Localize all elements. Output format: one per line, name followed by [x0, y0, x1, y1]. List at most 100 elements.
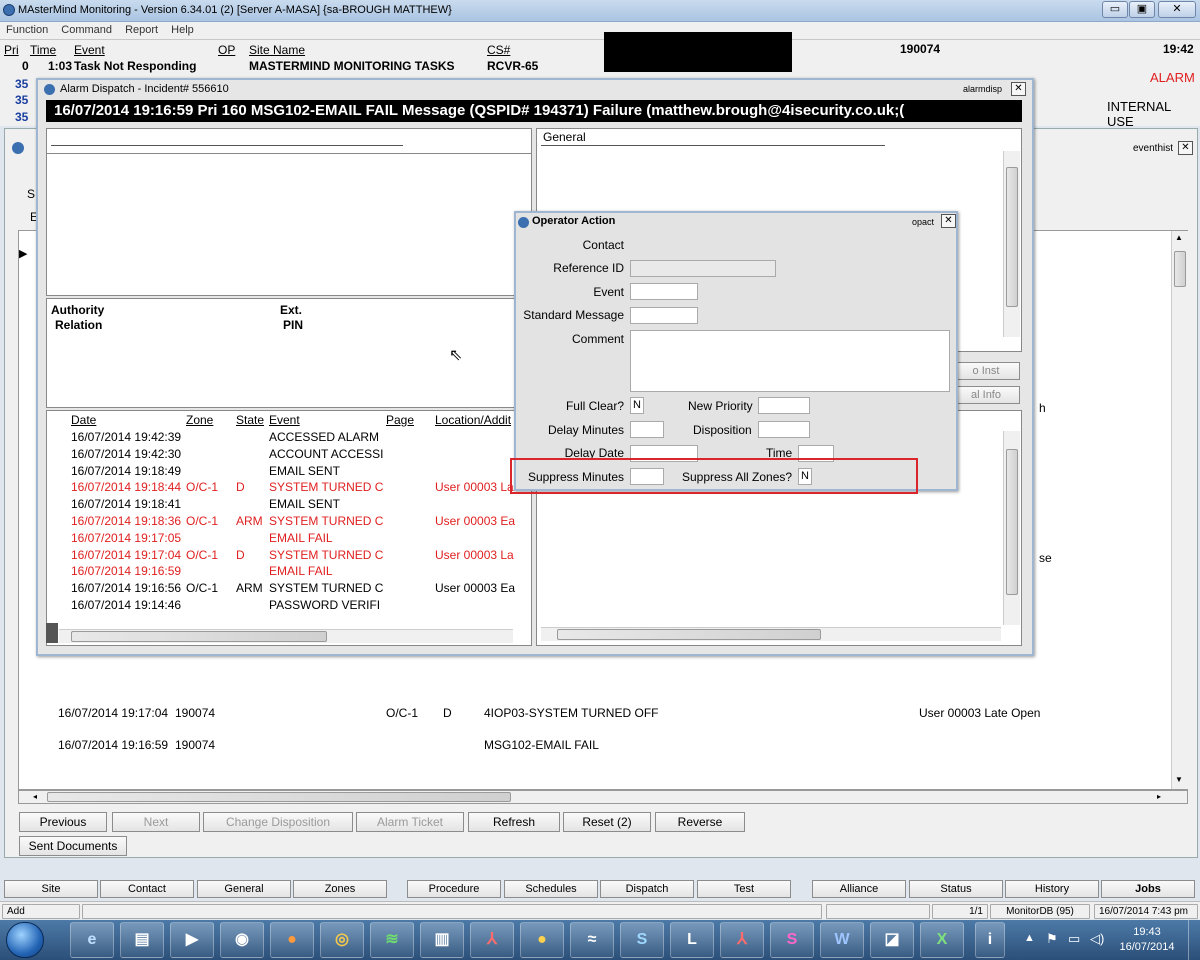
help-tray-icon[interactable]: i	[975, 922, 1005, 958]
scroll-up-icon[interactable]: ▲	[1175, 233, 1183, 242]
tab-jobs[interactable]: Jobs	[1101, 880, 1195, 898]
menu-report[interactable]: Report	[125, 24, 158, 36]
acrobat-icon[interactable]: ⅄	[720, 922, 764, 958]
th-page[interactable]: Page	[386, 412, 414, 429]
tab-procedure[interactable]: Procedure	[407, 880, 501, 898]
media-player-icon[interactable]: ▶	[170, 922, 214, 958]
alarm-ticket-button[interactable]: Alarm Ticket	[356, 812, 464, 832]
tab-test[interactable]: Test	[697, 880, 791, 898]
menu-command[interactable]: Command	[61, 24, 112, 36]
to-inst-button[interactable]: o Inst	[952, 362, 1020, 380]
detail-vscroll-thumb[interactable]	[1006, 449, 1018, 595]
general-vscroll-thumb[interactable]	[1006, 167, 1018, 307]
tab-site[interactable]: Site	[4, 880, 98, 898]
history-vscroll[interactable]: ▲ ▼	[1171, 231, 1188, 789]
dispatch-table-row[interactable]: 16/07/2014 19:14:46 PASSWORD VERIFI	[47, 597, 517, 614]
th-state[interactable]: State	[236, 412, 264, 429]
network-icon[interactable]: ▭	[1068, 931, 1080, 947]
th-event[interactable]: Event	[269, 412, 300, 429]
firefox-icon[interactable]: ●	[270, 922, 314, 958]
taskbar-time[interactable]: 19:43	[1122, 926, 1172, 938]
skype-icon[interactable]: S	[620, 922, 664, 958]
notes-icon[interactable]: ◪	[870, 922, 914, 958]
start-button-icon[interactable]	[6, 922, 44, 958]
dispatch-table-row[interactable]: 16/07/2014 19:16:59 EMAIL FAIL	[47, 563, 517, 580]
col-cs[interactable]: CS#	[487, 43, 510, 57]
tray-arrow-icon[interactable]: ▲	[1024, 932, 1035, 944]
general-vscroll[interactable]	[1003, 151, 1020, 337]
col-site-name[interactable]: Site Name	[249, 43, 305, 57]
tab-dispatch[interactable]: Dispatch	[600, 880, 694, 898]
tab-general[interactable]: General	[197, 880, 291, 898]
full-clear-field[interactable]: N	[630, 397, 644, 414]
dispatch-hscroll[interactable]	[59, 629, 513, 643]
chrome-icon[interactable]: ◎	[320, 922, 364, 958]
s-app-icon[interactable]: S	[770, 922, 814, 958]
explorer-icon[interactable]: ▤	[120, 922, 164, 958]
dispatch-close-button[interactable]: ✕	[1011, 82, 1026, 96]
ie-icon[interactable]: e	[70, 922, 114, 958]
event-field[interactable]	[630, 283, 698, 300]
wifi-icon[interactable]: ≈	[570, 922, 614, 958]
dispatch-table-row[interactable]: 16/07/2014 19:42:39 ACCESSED ALARM	[47, 429, 517, 446]
tab-alliance[interactable]: Alliance	[812, 880, 906, 898]
history-hscroll[interactable]: ◂ ▸	[18, 790, 1188, 804]
tab-status[interactable]: Status	[909, 880, 1003, 898]
next-button[interactable]: Next	[112, 812, 200, 832]
reverse-button[interactable]: Reverse	[655, 812, 745, 832]
dispatch-table-row[interactable]: 16/07/2014 19:18:36 O/C-1 ARM SYSTEM TURNED…	[47, 513, 517, 530]
sent-documents-button[interactable]: Sent Documents	[19, 836, 127, 856]
tab-schedules[interactable]: Schedules	[504, 880, 598, 898]
dispatch-notes-pane[interactable]	[46, 128, 532, 296]
dispatch-table-row[interactable]: 16/07/2014 19:18:44 O/C-1 D SYSTEM TURNED C…	[47, 479, 517, 496]
maximize-button[interactable]: ▣	[1129, 1, 1155, 18]
dispatch-table-row[interactable]: 16/07/2014 19:17:05 EMAIL FAIL	[47, 530, 517, 547]
change-disposition-button[interactable]: Change Disposition	[203, 812, 353, 832]
menu-help[interactable]: Help	[171, 24, 194, 36]
hp-icon[interactable]: ◉	[220, 922, 264, 958]
dispatch-table-row[interactable]: 16/07/2014 19:18:41 EMAIL SENT	[47, 496, 517, 513]
tab-contact[interactable]: Contact	[100, 880, 194, 898]
close-window-button[interactable]: ✕	[1158, 1, 1196, 18]
detail-hscroll[interactable]	[541, 627, 1001, 641]
detail-vscroll[interactable]	[1003, 431, 1020, 625]
taskbar-date[interactable]: 16/07/2014	[1112, 941, 1182, 953]
detail-hscroll-thumb[interactable]	[557, 629, 821, 640]
authority-pane[interactable]: Authority Relation Ext. PIN ⇖	[46, 298, 532, 408]
tab-zones[interactable]: Zones	[293, 880, 387, 898]
reference-id-field[interactable]	[630, 260, 776, 277]
dispatch-hscroll-thumb[interactable]	[71, 631, 327, 642]
app-window-icon[interactable]: ▥	[420, 922, 464, 958]
chat-icon[interactable]: ●	[520, 922, 564, 958]
menu-function[interactable]: Function	[6, 24, 48, 36]
delay-minutes-field[interactable]	[630, 421, 664, 438]
comment-field[interactable]	[630, 330, 950, 392]
dispatch-table-row[interactable]: 16/07/2014 19:42:30 ACCOUNT ACCESSI	[47, 446, 517, 463]
dispatch-event-table[interactable]: Date Zone State Event Page Location/Addi…	[46, 410, 532, 646]
history-vscroll-thumb[interactable]	[1174, 251, 1186, 287]
dispatch-table-row[interactable]: 16/07/2014 19:16:56 O/C-1 ARM SYSTEM TURNED…	[47, 580, 517, 597]
excel-icon[interactable]: X	[920, 922, 964, 958]
flag-icon[interactable]: ⚑	[1046, 931, 1058, 947]
scroll-right-icon[interactable]: ▸	[1157, 791, 1161, 803]
th-date[interactable]: Date	[71, 412, 96, 429]
th-location[interactable]: Location/Addit	[435, 412, 511, 429]
col-event[interactable]: Event	[74, 43, 105, 57]
refresh-button[interactable]: Refresh	[468, 812, 560, 832]
general-info-button[interactable]: al Info	[952, 386, 1020, 404]
col-pri[interactable]: Pri	[4, 43, 19, 57]
new-priority-field[interactable]	[758, 397, 810, 414]
scroll-down-icon[interactable]: ▼	[1175, 775, 1183, 784]
standard-message-field[interactable]	[630, 307, 698, 324]
minimize-button[interactable]: ▭	[1102, 1, 1128, 18]
th-zone[interactable]: Zone	[186, 412, 213, 429]
history-hscroll-thumb[interactable]	[47, 792, 511, 802]
col-time[interactable]: Time	[30, 43, 56, 57]
tab-history[interactable]: History	[1005, 880, 1099, 898]
row-event[interactable]: Task Not Responding	[74, 59, 196, 73]
word-icon[interactable]: W	[820, 922, 864, 958]
disposition-field[interactable]	[758, 421, 810, 438]
dispatch-table-row[interactable]: 16/07/2014 19:18:49 EMAIL SENT	[47, 463, 517, 480]
lync-icon[interactable]: L	[670, 922, 714, 958]
pdf-icon[interactable]: ⅄	[470, 922, 514, 958]
